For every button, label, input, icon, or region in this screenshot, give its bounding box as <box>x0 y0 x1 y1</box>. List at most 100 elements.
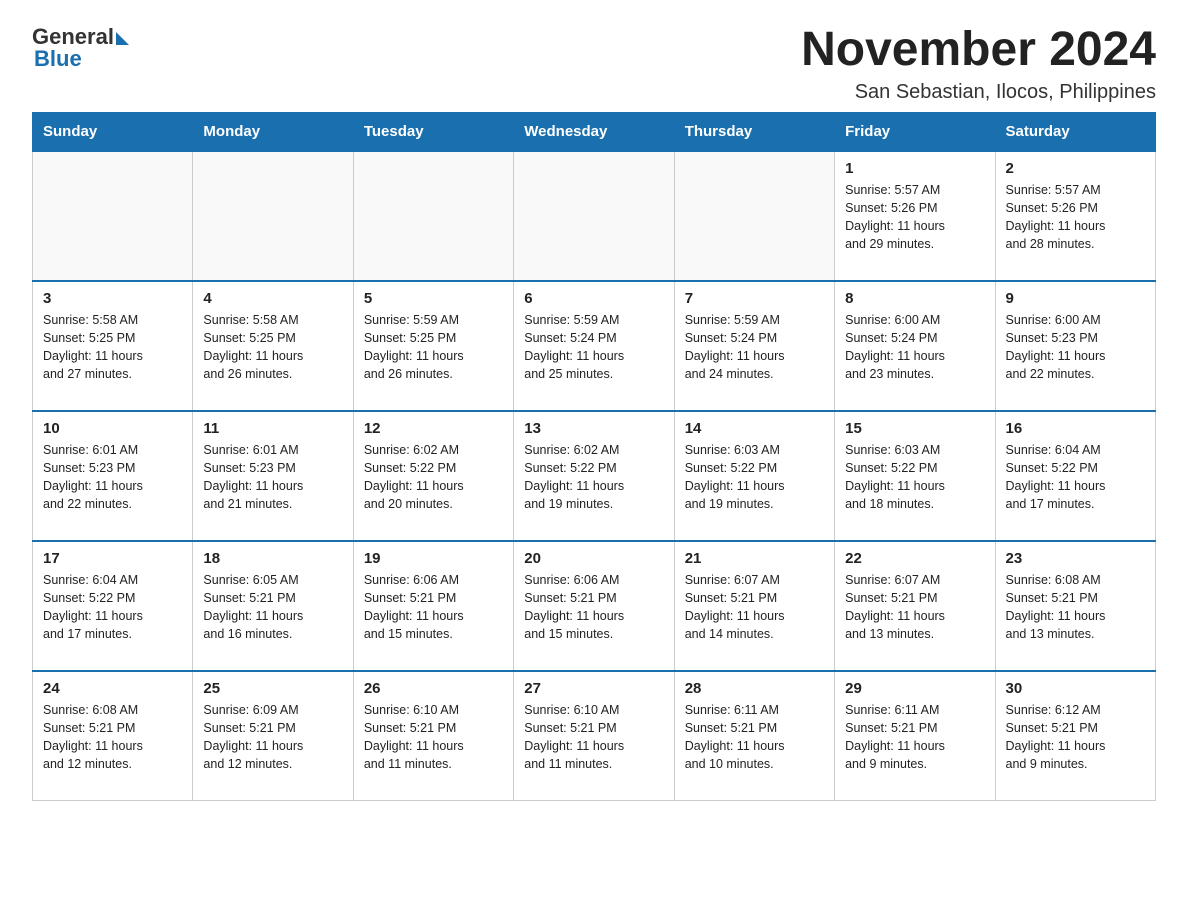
day-number: 16 <box>1006 420 1145 437</box>
calendar-cell: 2Sunrise: 5:57 AM Sunset: 5:26 PM Daylig… <box>995 151 1155 281</box>
calendar-cell: 7Sunrise: 5:59 AM Sunset: 5:24 PM Daylig… <box>674 281 834 411</box>
day-number: 20 <box>524 550 663 567</box>
day-info: Sunrise: 6:06 AM Sunset: 5:21 PM Dayligh… <box>364 573 464 641</box>
logo-blue-text: Blue <box>34 46 82 72</box>
calendar-cell: 8 Sunrise: 6:00 AM Sunset: 5:24 PM Daylig… <box>835 281 995 411</box>
calendar-cell: 18 Sunrise: 6:05 AM Sunset: 5:21 PM Dayli… <box>193 541 353 671</box>
day-number: 10 <box>43 420 182 437</box>
calendar-cell: 15 Sunrise: 6:03 AM Sunset: 5:22 PM Dayli… <box>835 411 995 541</box>
day-number: 28 <box>685 680 824 697</box>
day-info: Sunrise: 6:02 AM Sunset: 5:22 PM Dayligh… <box>364 443 464 511</box>
day-number: 27 <box>524 680 663 697</box>
day-number: 9 <box>1006 290 1145 307</box>
day-number: 23 <box>1006 550 1145 567</box>
weekday-header-tuesday: Tuesday <box>353 112 513 151</box>
day-info: Sunrise: 6:00 AM Sunset: 5:23 PM Dayligh… <box>1006 313 1106 381</box>
day-info: Sunrise: 6:07 AM Sunset: 5:21 PM Dayligh… <box>845 573 945 641</box>
day-info: Sunrise: 6:06 AM Sunset: 5:21 PM Dayligh… <box>524 573 624 641</box>
calendar-cell <box>193 151 353 281</box>
day-info: Sunrise: 6:01 AM Sunset: 5:23 PM Dayligh… <box>203 443 303 511</box>
day-number: 18 <box>203 550 342 567</box>
day-number: 3 <box>43 290 182 307</box>
calendar-cell: 11 Sunrise: 6:01 AM Sunset: 5:23 PM Dayli… <box>193 411 353 541</box>
day-number: 15 <box>845 420 984 437</box>
calendar-cell: 29Sunrise: 6:11 AM Sunset: 5:21 PM Dayli… <box>835 671 995 801</box>
day-info: Sunrise: 6:07 AM Sunset: 5:21 PM Dayligh… <box>685 573 785 641</box>
logo-triangle-icon <box>116 32 129 45</box>
day-info: Sunrise: 6:11 AM Sunset: 5:21 PM Dayligh… <box>845 703 945 771</box>
day-number: 25 <box>203 680 342 697</box>
page-subtitle: San Sebastian, Ilocos, Philippines <box>801 81 1156 104</box>
calendar-cell: 13 Sunrise: 6:02 AM Sunset: 5:22 PM Dayli… <box>514 411 674 541</box>
day-info: Sunrise: 6:03 AM Sunset: 5:22 PM Dayligh… <box>845 443 945 511</box>
weekday-header-wednesday: Wednesday <box>514 112 674 151</box>
calendar-week-row: 17 Sunrise: 6:04 AM Sunset: 5:22 PM Dayli… <box>33 541 1156 671</box>
calendar-cell: 30Sunrise: 6:12 AM Sunset: 5:21 PM Dayli… <box>995 671 1155 801</box>
calendar-cell: 22 Sunrise: 6:07 AM Sunset: 5:21 PM Dayli… <box>835 541 995 671</box>
calendar-cell: 9 Sunrise: 6:00 AM Sunset: 5:23 PM Daylig… <box>995 281 1155 411</box>
calendar-cell <box>514 151 674 281</box>
calendar-week-row: 3 Sunrise: 5:58 AM Sunset: 5:25 PM Daylig… <box>33 281 1156 411</box>
calendar-cell: 19 Sunrise: 6:06 AM Sunset: 5:21 PM Dayli… <box>353 541 513 671</box>
day-number: 26 <box>364 680 503 697</box>
weekday-header-saturday: Saturday <box>995 112 1155 151</box>
calendar-cell: 25Sunrise: 6:09 AM Sunset: 5:21 PM Dayli… <box>193 671 353 801</box>
calendar-cell: 21 Sunrise: 6:07 AM Sunset: 5:21 PM Dayli… <box>674 541 834 671</box>
day-info: Sunrise: 6:08 AM Sunset: 5:21 PM Dayligh… <box>1006 573 1106 641</box>
calendar-cell: 4 Sunrise: 5:58 AM Sunset: 5:25 PM Daylig… <box>193 281 353 411</box>
day-number: 2 <box>1006 160 1145 177</box>
calendar-cell <box>674 151 834 281</box>
day-number: 4 <box>203 290 342 307</box>
day-info: Sunrise: 6:10 AM Sunset: 5:21 PM Dayligh… <box>364 703 464 771</box>
day-info: Sunrise: 6:08 AM Sunset: 5:21 PM Dayligh… <box>43 703 143 771</box>
day-info: Sunrise: 5:58 AM Sunset: 5:25 PM Dayligh… <box>43 313 143 381</box>
day-info: Sunrise: 5:59 AM Sunset: 5:24 PM Dayligh… <box>524 313 624 381</box>
day-number: 12 <box>364 420 503 437</box>
weekday-header-thursday: Thursday <box>674 112 834 151</box>
calendar-cell: 24 Sunrise: 6:08 AM Sunset: 5:21 PM Dayli… <box>33 671 193 801</box>
day-number: 24 <box>43 680 182 697</box>
day-info: Sunrise: 5:59 AM Sunset: 5:25 PM Dayligh… <box>364 313 464 381</box>
day-info: Sunrise: 6:01 AM Sunset: 5:23 PM Dayligh… <box>43 443 143 511</box>
day-info: Sunrise: 6:02 AM Sunset: 5:22 PM Dayligh… <box>524 443 624 511</box>
day-info: Sunrise: 6:05 AM Sunset: 5:21 PM Dayligh… <box>203 573 303 641</box>
day-number: 8 <box>845 290 984 307</box>
calendar-cell: 27 Sunrise: 6:10 AM Sunset: 5:21 PM Dayli… <box>514 671 674 801</box>
calendar-cell: 17 Sunrise: 6:04 AM Sunset: 5:22 PM Dayli… <box>33 541 193 671</box>
day-number: 19 <box>364 550 503 567</box>
calendar-cell: 5Sunrise: 5:59 AM Sunset: 5:25 PM Daylig… <box>353 281 513 411</box>
calendar-cell <box>33 151 193 281</box>
day-info: Sunrise: 5:58 AM Sunset: 5:25 PM Dayligh… <box>203 313 303 381</box>
day-number: 22 <box>845 550 984 567</box>
day-number: 13 <box>524 420 663 437</box>
day-info: Sunrise: 6:12 AM Sunset: 5:21 PM Dayligh… <box>1006 703 1106 771</box>
calendar-week-row: 1Sunrise: 5:57 AM Sunset: 5:26 PM Daylig… <box>33 151 1156 281</box>
day-number: 6 <box>524 290 663 307</box>
weekday-header-sunday: Sunday <box>33 112 193 151</box>
day-info: Sunrise: 6:10 AM Sunset: 5:21 PM Dayligh… <box>524 703 624 771</box>
day-info: Sunrise: 5:59 AM Sunset: 5:24 PM Dayligh… <box>685 313 785 381</box>
calendar-week-row: 24 Sunrise: 6:08 AM Sunset: 5:21 PM Dayli… <box>33 671 1156 801</box>
calendar-cell: 26 Sunrise: 6:10 AM Sunset: 5:21 PM Dayli… <box>353 671 513 801</box>
page-header: General Blue November 2024 San Sebastian… <box>32 24 1156 104</box>
calendar-cell: 3 Sunrise: 5:58 AM Sunset: 5:25 PM Daylig… <box>33 281 193 411</box>
calendar-cell: 16 Sunrise: 6:04 AM Sunset: 5:22 PM Dayli… <box>995 411 1155 541</box>
day-number: 14 <box>685 420 824 437</box>
calendar-cell: 28 Sunrise: 6:11 AM Sunset: 5:21 PM Dayli… <box>674 671 834 801</box>
calendar-cell: 12 Sunrise: 6:02 AM Sunset: 5:22 PM Dayli… <box>353 411 513 541</box>
day-number: 11 <box>203 420 342 437</box>
day-number: 21 <box>685 550 824 567</box>
day-info: Sunrise: 6:11 AM Sunset: 5:21 PM Dayligh… <box>685 703 785 771</box>
day-info: Sunrise: 6:04 AM Sunset: 5:22 PM Dayligh… <box>1006 443 1106 511</box>
day-info: Sunrise: 6:04 AM Sunset: 5:22 PM Dayligh… <box>43 573 143 641</box>
weekday-header-monday: Monday <box>193 112 353 151</box>
calendar-table: SundayMondayTuesdayWednesdayThursdayFrid… <box>32 112 1156 802</box>
logo: General Blue <box>32 24 129 72</box>
calendar-cell: 6 Sunrise: 5:59 AM Sunset: 5:24 PM Daylig… <box>514 281 674 411</box>
calendar-week-row: 10 Sunrise: 6:01 AM Sunset: 5:23 PM Dayli… <box>33 411 1156 541</box>
calendar-cell <box>353 151 513 281</box>
day-number: 17 <box>43 550 182 567</box>
day-info: Sunrise: 5:57 AM Sunset: 5:26 PM Dayligh… <box>845 183 945 251</box>
day-info: Sunrise: 6:00 AM Sunset: 5:24 PM Dayligh… <box>845 313 945 381</box>
calendar-cell: 23 Sunrise: 6:08 AM Sunset: 5:21 PM Dayli… <box>995 541 1155 671</box>
